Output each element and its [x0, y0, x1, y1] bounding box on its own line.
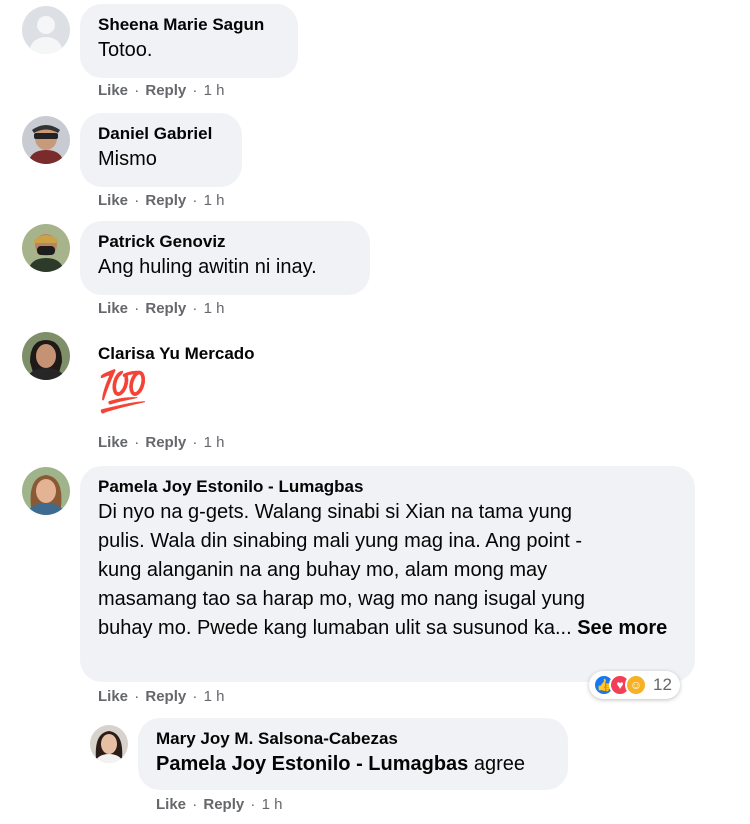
separator: · [192, 192, 198, 209]
comment-actions: Like · Reply · 1 h [98, 434, 224, 451]
separator: · [134, 434, 140, 451]
comment-line: Di nyo na g-gets. Walang sinabi si Xian … [98, 501, 572, 523]
comment-text: Mismo [98, 148, 157, 170]
timestamp[interactable]: 1 h [204, 192, 225, 209]
like-link[interactable]: Like [98, 300, 128, 317]
avatar[interactable] [22, 224, 70, 272]
comment-author[interactable]: Pamela Joy Estonilo - Lumagbas [98, 476, 677, 498]
avatar[interactable] [90, 725, 128, 763]
reply-link[interactable]: Reply [145, 688, 186, 705]
separator: · [192, 434, 198, 451]
comment-actions: Like · Reply · 1 h [98, 688, 224, 705]
comment-bubble: Pamela Joy Estonilo - Lumagbas Di nyo na… [80, 466, 695, 682]
timestamp[interactable]: 1 h [204, 300, 225, 317]
mention-link[interactable]: Pamela Joy Estonilo - Lumagbas [156, 753, 468, 775]
like-link[interactable]: Like [98, 688, 128, 705]
comment-line: masamang tao sa harap mo, wag mo nang is… [98, 588, 585, 610]
hundred-points-emoji: 💯 [98, 370, 148, 414]
comment-bubble: Patrick Genoviz Ang huling awitin ni ina… [80, 221, 370, 295]
reply-link[interactable]: Reply [145, 434, 186, 451]
like-link[interactable]: Like [98, 434, 128, 451]
separator: · [134, 192, 140, 209]
separator: · [192, 688, 198, 705]
comment-bubble: Sheena Marie Sagun Totoo. [80, 4, 298, 78]
avatar[interactable] [22, 332, 70, 380]
separator: · [192, 796, 198, 813]
comment-line: pulis. Wala din sinabing mali yung mag i… [98, 530, 582, 552]
reactions-summary[interactable]: 👍 ♥ ☺ 12 [589, 671, 680, 699]
comment-line: buhay mo. Pwede kang lumaban ulit sa sus… [98, 614, 677, 643]
timestamp[interactable]: 1 h [204, 434, 225, 451]
reply-bubble: Mary Joy M. Salsona-Cabezas Pamela Joy E… [138, 718, 568, 790]
avatar[interactable] [22, 467, 70, 515]
reaction-count: 12 [653, 675, 672, 694]
reply-actions: Like · Reply · 1 h [156, 796, 282, 813]
reply-link[interactable]: Reply [203, 796, 244, 813]
comment-line: kung alanganin na ang buhay mo, alam mon… [98, 559, 548, 581]
comment-actions: Like · Reply · 1 h [98, 82, 224, 99]
reply-link[interactable]: Reply [145, 192, 186, 209]
reply-author[interactable]: Mary Joy M. Salsona-Cabezas [156, 728, 550, 750]
timestamp[interactable]: 1 h [204, 82, 225, 99]
comment-author[interactable]: Sheena Marie Sagun [98, 14, 280, 36]
avatar[interactable] [22, 116, 70, 164]
comment-line-text: buhay mo. Pwede kang lumaban ulit sa sus… [98, 617, 572, 639]
see-more-link[interactable]: See more [577, 617, 667, 639]
comment-text: Ang huling awitin ni inay. [98, 256, 317, 278]
separator: · [192, 300, 198, 317]
like-link[interactable]: Like [98, 192, 128, 209]
care-reaction-icon: ☺ [625, 674, 647, 696]
reply-body: agree [468, 753, 526, 775]
comment-text: Totoo. [98, 39, 153, 61]
reply-link[interactable]: Reply [145, 300, 186, 317]
separator: · [250, 796, 256, 813]
avatar[interactable] [22, 6, 70, 54]
comment-author[interactable]: Daniel Gabriel [98, 123, 224, 145]
comment-author[interactable]: Clarisa Yu Mercado [98, 343, 255, 365]
separator: · [192, 82, 198, 99]
comment-author[interactable]: Patrick Genoviz [98, 231, 352, 253]
separator: · [134, 82, 140, 99]
reply-link[interactable]: Reply [145, 82, 186, 99]
comment-actions: Like · Reply · 1 h [98, 300, 224, 317]
reply-text: Pamela Joy Estonilo - Lumagbas agree [156, 750, 550, 779]
comment-bubble: Daniel Gabriel Mismo [80, 113, 242, 187]
separator: · [134, 300, 140, 317]
timestamp[interactable]: 1 h [204, 688, 225, 705]
separator: · [134, 688, 140, 705]
like-link[interactable]: Like [156, 796, 186, 813]
comment-actions: Like · Reply · 1 h [98, 192, 224, 209]
like-link[interactable]: Like [98, 82, 128, 99]
timestamp[interactable]: 1 h [262, 796, 283, 813]
